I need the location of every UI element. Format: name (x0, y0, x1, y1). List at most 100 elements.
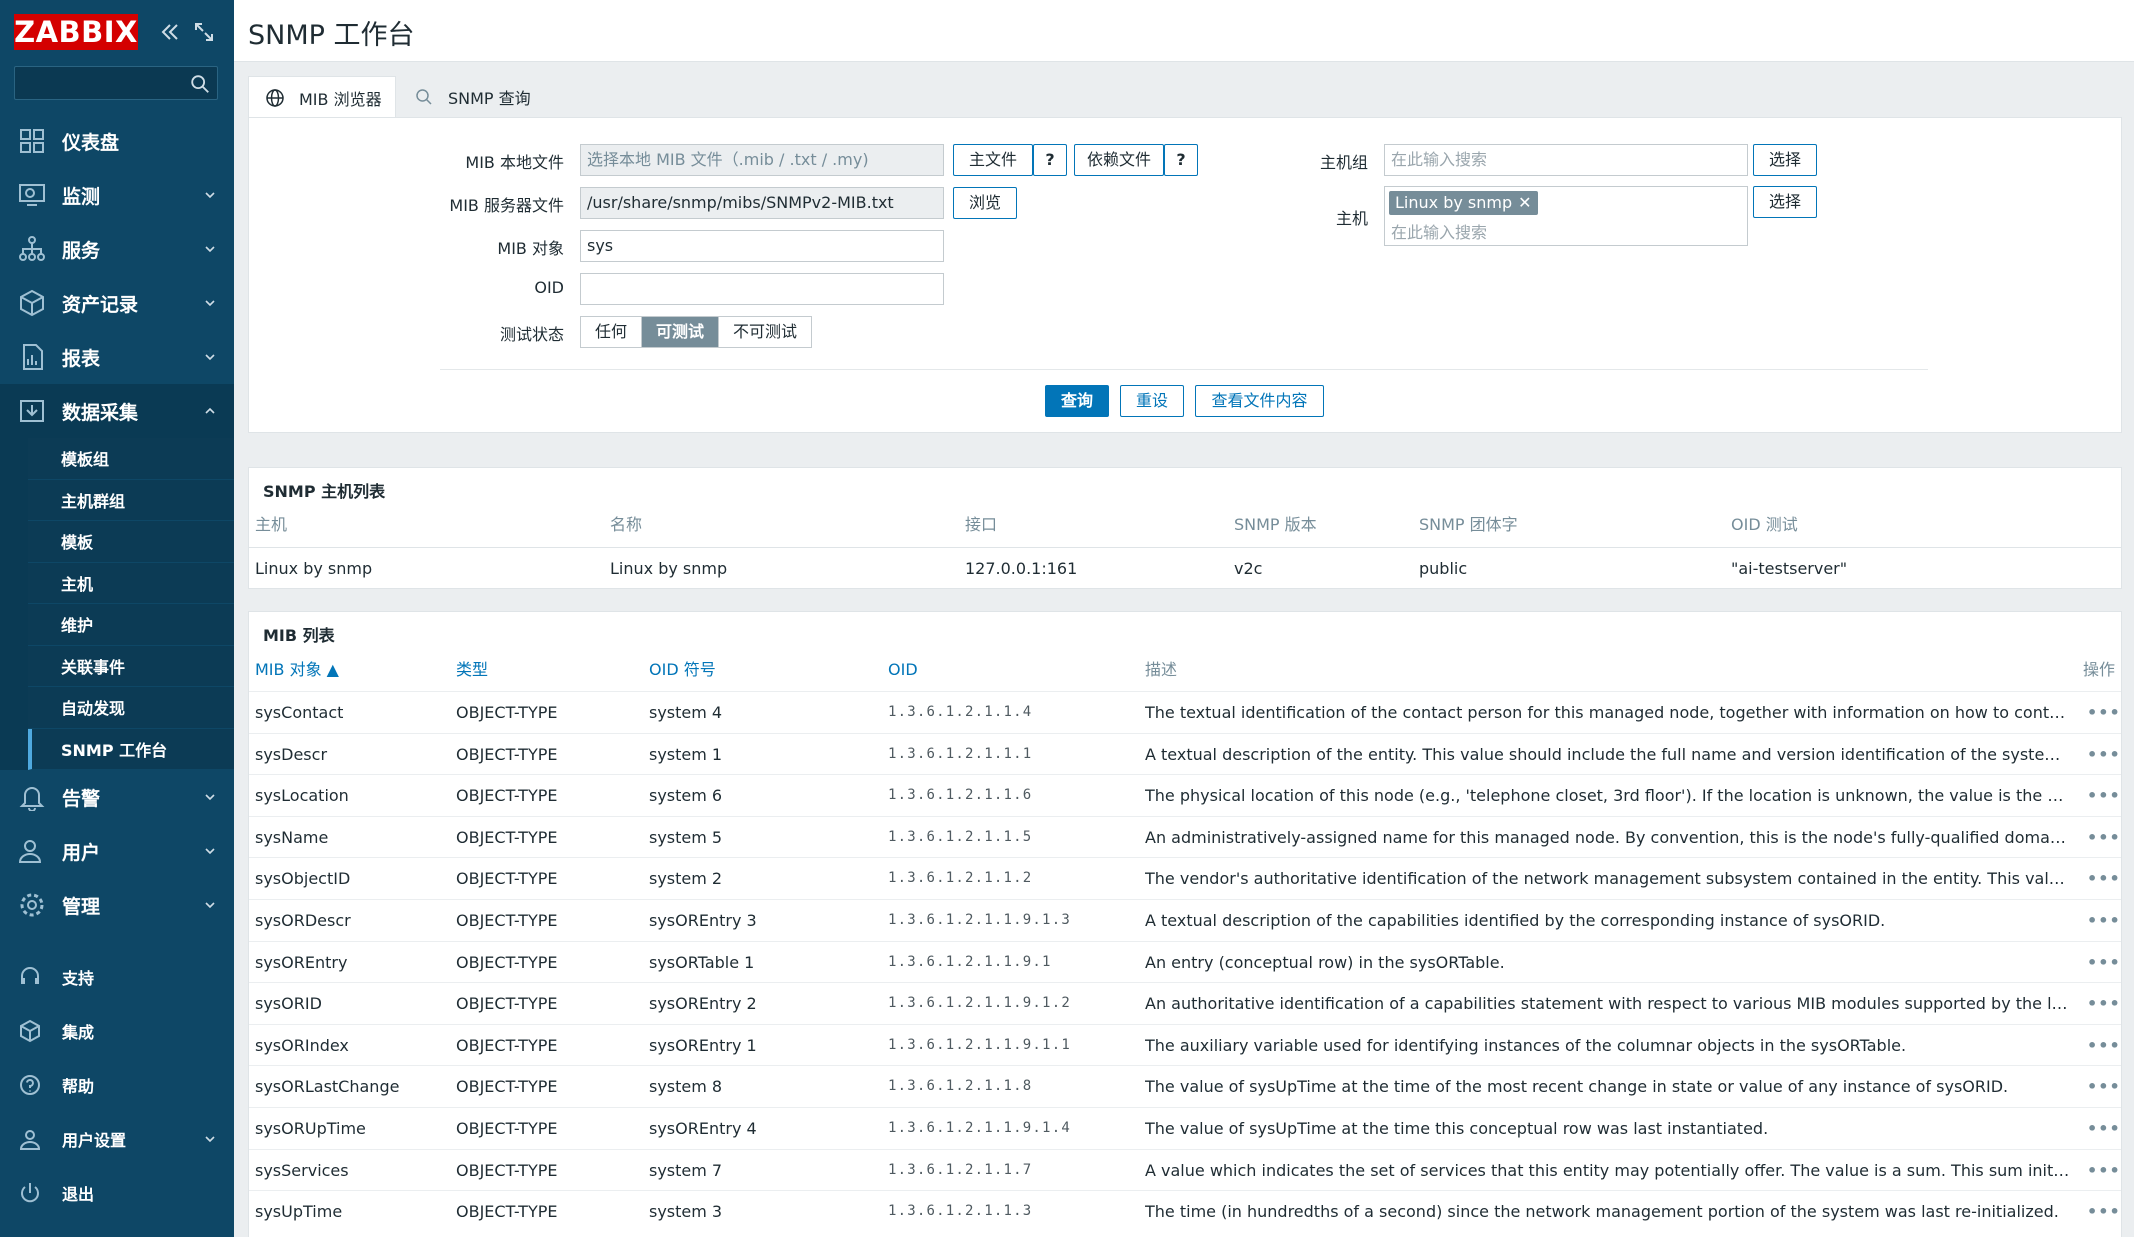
row-actions-menu-icon[interactable]: ••• (2087, 942, 2121, 983)
chevron-down-icon (205, 794, 215, 801)
submenu-item-snmp-workbench[interactable]: SNMP 工作台 (28, 728, 234, 770)
row-actions-menu-icon[interactable]: ••• (2087, 858, 2121, 899)
nav-item-data-collection[interactable]: 数据采集 (0, 384, 234, 438)
host-select-button[interactable]: 选择 (1753, 186, 1817, 218)
row-actions-menu-icon[interactable]: ••• (2087, 1066, 2121, 1107)
row-actions-menu-icon[interactable]: ••• (2087, 900, 2121, 941)
nav-item-users[interactable]: 用户 (0, 824, 234, 878)
collapse-sidebar-icon[interactable] (158, 20, 182, 44)
mib-object-input[interactable]: sys (580, 230, 944, 262)
chevron-down-icon (205, 1136, 215, 1143)
cell-host: Linux by snmp (255, 559, 373, 578)
nav-item-administration[interactable]: 管理 (0, 878, 234, 932)
chevron-down-icon (205, 902, 215, 909)
page-header: SNMP 工作台 (234, 0, 2134, 62)
nav-item-user-settings[interactable]: 用户设置 (0, 1112, 234, 1166)
tab-mib-browser[interactable]: MIB 浏览器 (248, 76, 396, 118)
main-file-help-button[interactable]: ? (1033, 144, 1067, 176)
mib-local-file-input[interactable]: 选择本地 MIB 文件（.mib / .txt / .my) (580, 144, 944, 176)
host-label: 主机 (1335, 209, 1368, 228)
dashboard-icon (20, 129, 44, 153)
table-row[interactable]: sysServices OBJECT-TYPE system 7 1.3.6.1.2.… (249, 1148, 2121, 1191)
nav-item-monitoring[interactable]: 监测 (0, 168, 234, 222)
nav-item-dashboard[interactable]: 仪表盘 (0, 114, 234, 168)
cell-description: The value of sysUpTime at the time this … (1145, 1119, 1769, 1138)
submenu-item-template-groups[interactable]: 模板组 (28, 438, 234, 480)
row-actions-menu-icon[interactable]: ••• (2087, 692, 2121, 733)
host-multiselect[interactable]: Linux by snmp ✕ 在此输入搜索 (1384, 186, 1748, 246)
row-actions-menu-icon[interactable]: ••• (2087, 817, 2121, 858)
table-row[interactable]: Linux by snmp Linux by snmp 127.0.0.1:16… (249, 547, 2121, 589)
nav-label: 用户设置 (62, 1131, 127, 1150)
row-actions-menu-icon[interactable]: ••• (2087, 775, 2121, 816)
row-actions-menu-icon[interactable]: ••• (2087, 1150, 2121, 1191)
oid-input[interactable] (580, 273, 944, 305)
cell-type: OBJECT-TYPE (456, 827, 558, 847)
submenu-item-event-correlation[interactable]: 关联事件 (28, 645, 234, 687)
zabbix-logo[interactable]: ZABBIX (14, 14, 138, 50)
table-row[interactable]: sysName OBJECT-TYPE system 5 1.3.6.1.2.1.1.… (249, 815, 2121, 858)
nav-item-reports[interactable]: 报表 (0, 330, 234, 384)
cell-snmp-version: v2c (1234, 559, 1263, 578)
tab-snmp-query[interactable]: SNMP 查询 (414, 76, 554, 118)
nav-item-alerts[interactable]: 告警 (0, 770, 234, 824)
row-actions-menu-icon[interactable]: ••• (2087, 1191, 2121, 1232)
col-host: 主机 (255, 515, 288, 534)
nav-item-integrations[interactable]: 集成 (0, 1004, 234, 1058)
nav-item-help[interactable]: 帮助 (0, 1058, 234, 1112)
main-file-button[interactable]: 主文件 (953, 144, 1033, 176)
test-status-any[interactable]: 任何 (581, 317, 643, 347)
col-mib-object-sort[interactable]: MIB 对象 ▲ (255, 649, 339, 690)
table-row[interactable]: sysContact OBJECT-TYPE system 4 1.3.6.1.2.1… (249, 691, 2121, 733)
host-search-placeholder[interactable]: 在此输入搜索 (1391, 219, 1487, 243)
table-row[interactable]: sysORLastChange OBJECT-TYPE system 8 1.3.6.… (249, 1065, 2121, 1107)
reset-button[interactable]: 重设 (1120, 385, 1184, 417)
table-row[interactable]: sysORUpTime OBJECT-TYPE sysOREntry 4 1.3.6.… (249, 1107, 2121, 1149)
table-row[interactable]: sysLocation OBJECT-TYPE system 6 1.3.6.1.2.… (249, 774, 2121, 816)
search-icon (416, 89, 432, 105)
table-row[interactable]: sysOREntry OBJECT-TYPE sysORTable 1 1.3.6.1… (249, 940, 2121, 983)
table-row[interactable]: sysDescr OBJECT-TYPE system 1 1.3.6.1.2.1.1… (249, 732, 2121, 775)
view-file-content-button[interactable]: 查看文件内容 (1195, 385, 1324, 417)
sidebar-search-input[interactable] (14, 66, 218, 100)
mib-server-file-input[interactable]: /usr/share/snmp/mibs/SNMPv2-MIB.txt (580, 187, 944, 219)
cell-oid-symbol: sysOREntry 1 (649, 1035, 757, 1055)
row-actions-menu-icon[interactable]: ••• (2087, 983, 2121, 1024)
services-icon (19, 236, 45, 261)
query-button[interactable]: 查询 (1045, 385, 1109, 417)
row-actions-menu-icon[interactable]: ••• (2087, 1025, 2121, 1066)
table-row[interactable]: sysUpTime OBJECT-TYPE system 3 1.3.6.1.2.1.… (249, 1190, 2121, 1232)
nav-item-support[interactable]: 支持 (0, 950, 234, 1004)
col-oid-symbol-sort[interactable]: OID 符号 (649, 649, 716, 690)
table-row[interactable]: sysObjectID OBJECT-TYPE system 2 1.3.6.1.2.… (249, 857, 2121, 899)
nav-item-services[interactable]: 服务 (0, 222, 234, 276)
row-actions-menu-icon[interactable]: ••• (2087, 734, 2121, 775)
host-group-select-button[interactable]: 选择 (1753, 144, 1817, 176)
row-actions-menu-icon[interactable]: ••• (2087, 1108, 2121, 1149)
kiosk-mode-icon[interactable] (192, 20, 216, 44)
cell-type: OBJECT-TYPE (456, 1077, 558, 1097)
table-row[interactable]: sysORID OBJECT-TYPE sysOREntry 2 1.3.6.1.2.… (249, 982, 2121, 1024)
nav-label: 报表 (62, 347, 101, 370)
col-type-sort[interactable]: 类型 (456, 649, 488, 690)
submenu-item-host-groups[interactable]: 主机群组 (28, 479, 234, 521)
submenu-item-templates[interactable]: 模板 (28, 521, 234, 563)
cell-mib-object: sysORIndex (255, 1035, 349, 1055)
table-row[interactable]: sysORIndex OBJECT-TYPE sysOREntry 1 1.3.6.1… (249, 1023, 2121, 1066)
host-group-input[interactable]: 在此输入搜索 (1384, 144, 1748, 176)
nav-item-sign-out[interactable]: 退出 (0, 1166, 234, 1220)
cell-oid-symbol: sysORTable 1 (649, 952, 755, 972)
submenu-item-maintenance[interactable]: 维护 (28, 604, 234, 646)
browse-button[interactable]: 浏览 (953, 187, 1017, 219)
remove-tag-icon[interactable]: ✕ (1518, 193, 1531, 212)
test-status-testable[interactable]: 可测试 (642, 317, 720, 347)
test-status-not-testable[interactable]: 不可测试 (719, 317, 811, 347)
dependency-file-button[interactable]: 依赖文件 (1074, 144, 1164, 176)
col-oid-sort[interactable]: OID (888, 649, 918, 690)
nav-item-inventory[interactable]: 资产记录 (0, 276, 234, 330)
submenu-item-hosts[interactable]: 主机 (28, 562, 234, 604)
search-icon[interactable] (189, 73, 211, 95)
cell-description: An administratively-assigned name for th… (1145, 827, 2070, 847)
table-row[interactable]: sysORDescr OBJECT-TYPE sysOREntry 3 1.3.6.1… (249, 899, 2121, 941)
submenu-item-discovery[interactable]: 自动发现 (28, 687, 234, 729)
